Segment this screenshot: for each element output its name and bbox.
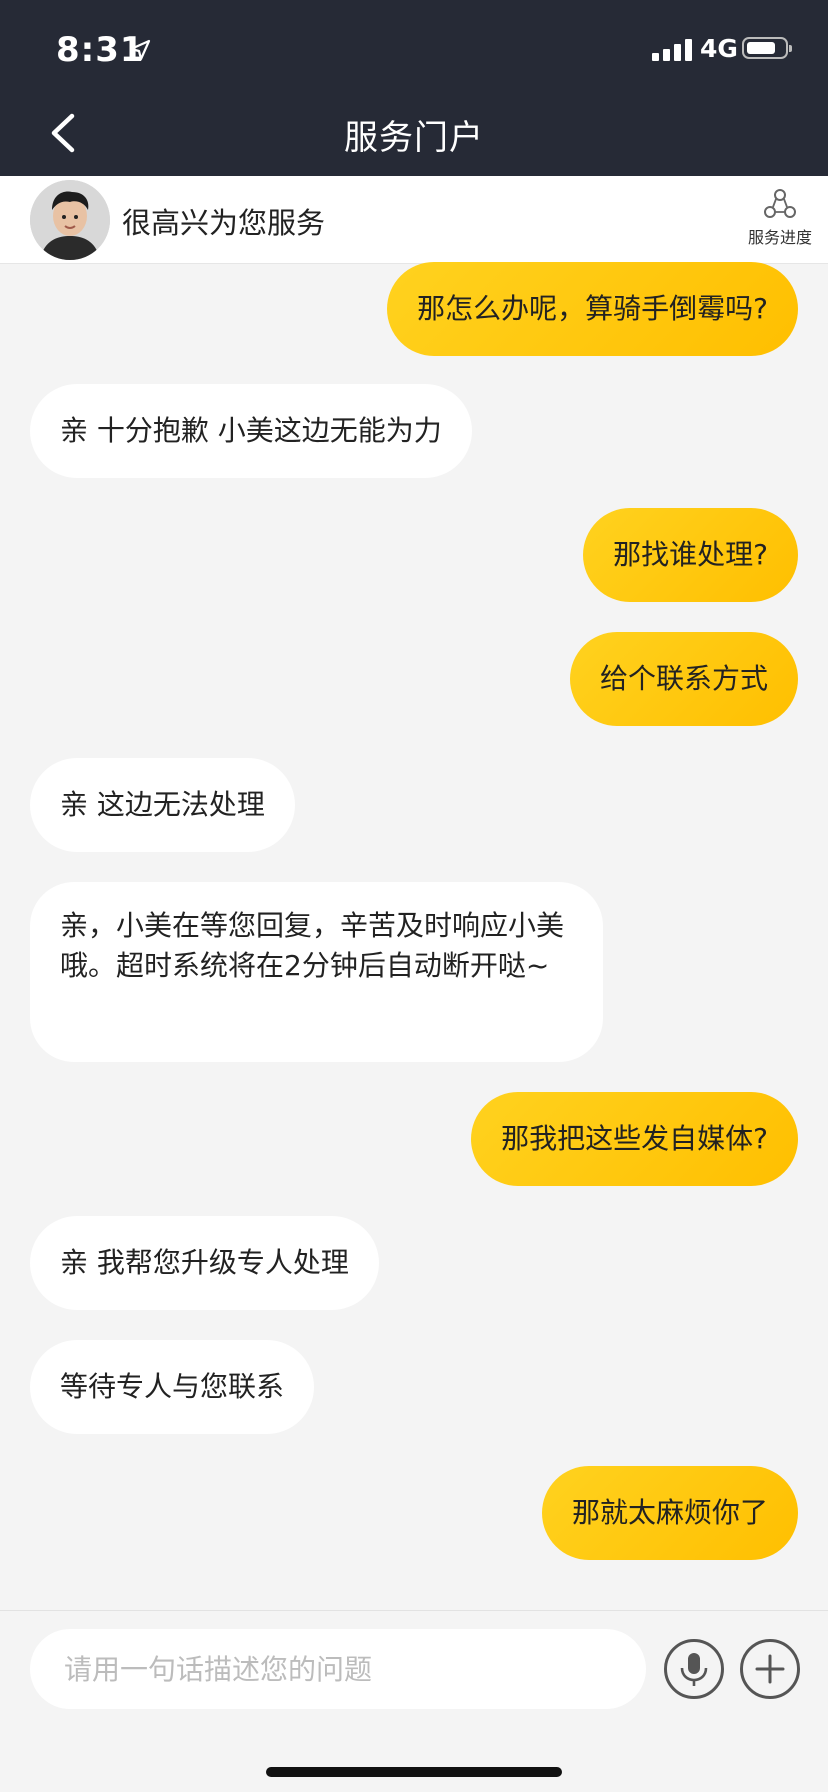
message-incoming: 亲 我帮您升级专人处理 bbox=[30, 1216, 379, 1310]
service-progress-label: 服务进度 bbox=[747, 228, 812, 247]
message-input[interactable] bbox=[30, 1629, 646, 1709]
message-incoming: 亲，小美在等您回复，辛苦及时响应小美哦。超时系统将在2分钟后自动断开哒~ bbox=[30, 882, 603, 1062]
home-indicator bbox=[266, 1767, 562, 1777]
message-outgoing: 那找谁处理? bbox=[583, 508, 798, 602]
microphone-icon bbox=[680, 1653, 708, 1686]
composer-bar bbox=[0, 1610, 828, 1792]
message-outgoing: 那我把这些发自媒体? bbox=[471, 1092, 798, 1186]
message-outgoing: 那就太麻烦你了 bbox=[541, 1466, 798, 1560]
message-outgoing: 给个联系方式 bbox=[569, 632, 798, 726]
plus-icon bbox=[755, 1654, 785, 1684]
more-button[interactable] bbox=[740, 1639, 800, 1699]
page-title: 服务门户 bbox=[344, 118, 484, 158]
signal-icon bbox=[652, 37, 692, 61]
service-progress-button[interactable]: 服务进度 bbox=[740, 188, 820, 248]
message-outgoing: 那怎么办呢，算骑手倒霉吗? bbox=[387, 262, 798, 356]
message-incoming: 亲 这边无法处理 bbox=[30, 758, 295, 852]
avatar bbox=[30, 180, 110, 260]
agent-header: 很高兴为您服务 服务进度 bbox=[0, 176, 828, 264]
agent-greeting: 很高兴为您服务 bbox=[122, 206, 326, 240]
message-incoming: 等待专人与您联系 bbox=[30, 1340, 315, 1434]
progress-nodes-icon bbox=[764, 189, 796, 218]
voice-button[interactable] bbox=[664, 1639, 724, 1699]
battery-icon bbox=[742, 37, 792, 59]
location-arrow-icon bbox=[129, 39, 151, 61]
top-bar: 8:31 4G 服务门户 bbox=[0, 0, 828, 176]
network-type: 4G bbox=[700, 34, 738, 63]
message-incoming: 亲 十分抱歉 小美这边无能为力 bbox=[30, 384, 472, 478]
